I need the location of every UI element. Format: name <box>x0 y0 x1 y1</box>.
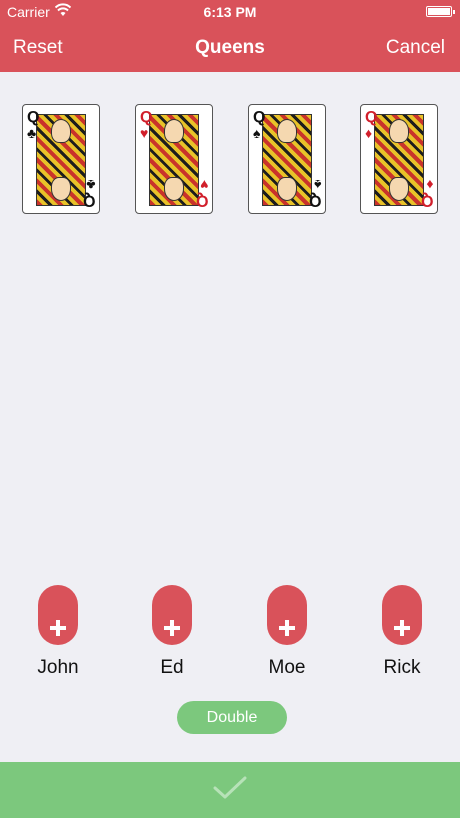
card-rank: Q <box>195 192 208 209</box>
card-queen-diamonds[interactable]: Q ♦ Q ♦ <box>360 104 438 214</box>
player-name: John <box>37 657 79 678</box>
card-rank: Q <box>82 192 95 209</box>
player-john: John <box>8 585 108 679</box>
clock: 6:13 PM <box>203 4 257 20</box>
player-name: Rick <box>383 657 421 678</box>
status-bar: Carrier 6:13 PM <box>0 0 460 24</box>
spade-icon: ♠ <box>313 177 321 193</box>
players-row: John Ed Moe Rick <box>0 585 460 685</box>
card-rank: Q <box>27 109 40 126</box>
plus-icon <box>267 617 307 637</box>
heart-icon: ♥ <box>140 125 149 141</box>
add-moe-button[interactable] <box>267 585 307 645</box>
navigation-bar: Reset Queens Cancel <box>0 24 460 72</box>
plus-icon <box>152 617 192 637</box>
confirm-button[interactable] <box>0 762 460 818</box>
club-icon: ♣ <box>27 125 37 141</box>
card-queen-spades[interactable]: Q ♠ Q ♠ <box>248 104 326 214</box>
card-art <box>374 114 424 206</box>
diamond-icon: ♦ <box>365 125 373 141</box>
cards-row: Q ♣ Q ♣ Q ♥ Q ♥ Q ♠ Q ♠ Q ♦ Q ♦ <box>0 104 460 214</box>
player-rick: Rick <box>352 585 452 679</box>
heart-icon: ♥ <box>199 177 208 193</box>
card-queen-hearts[interactable]: Q ♥ Q ♥ <box>135 104 213 214</box>
player-ed: Ed <box>122 585 222 679</box>
plus-icon <box>382 617 422 637</box>
add-john-button[interactable] <box>38 585 78 645</box>
card-rank: Q <box>253 109 266 126</box>
card-rank: Q <box>365 109 378 126</box>
card-rank: Q <box>420 192 433 209</box>
player-name: Ed <box>160 657 184 678</box>
card-art <box>262 114 312 206</box>
card-rank: Q <box>308 192 321 209</box>
battery-icon <box>426 6 455 17</box>
player-name: Moe <box>268 657 306 678</box>
diamond-icon: ♦ <box>425 177 433 193</box>
card-art <box>36 114 86 206</box>
add-rick-button[interactable] <box>382 585 422 645</box>
cancel-button[interactable]: Cancel <box>386 37 445 59</box>
top-bar: Carrier 6:13 PM Reset Queens Cancel <box>0 0 460 72</box>
add-ed-button[interactable] <box>152 585 192 645</box>
card-queen-clubs[interactable]: Q ♣ Q ♣ <box>22 104 100 214</box>
checkmark-icon <box>213 776 247 799</box>
spade-icon: ♠ <box>253 125 261 141</box>
plus-icon <box>38 617 78 637</box>
player-moe: Moe <box>237 585 337 679</box>
card-art <box>149 114 199 206</box>
card-rank: Q <box>140 109 153 126</box>
club-icon: ♣ <box>85 177 95 193</box>
double-button[interactable]: Double <box>177 701 287 734</box>
